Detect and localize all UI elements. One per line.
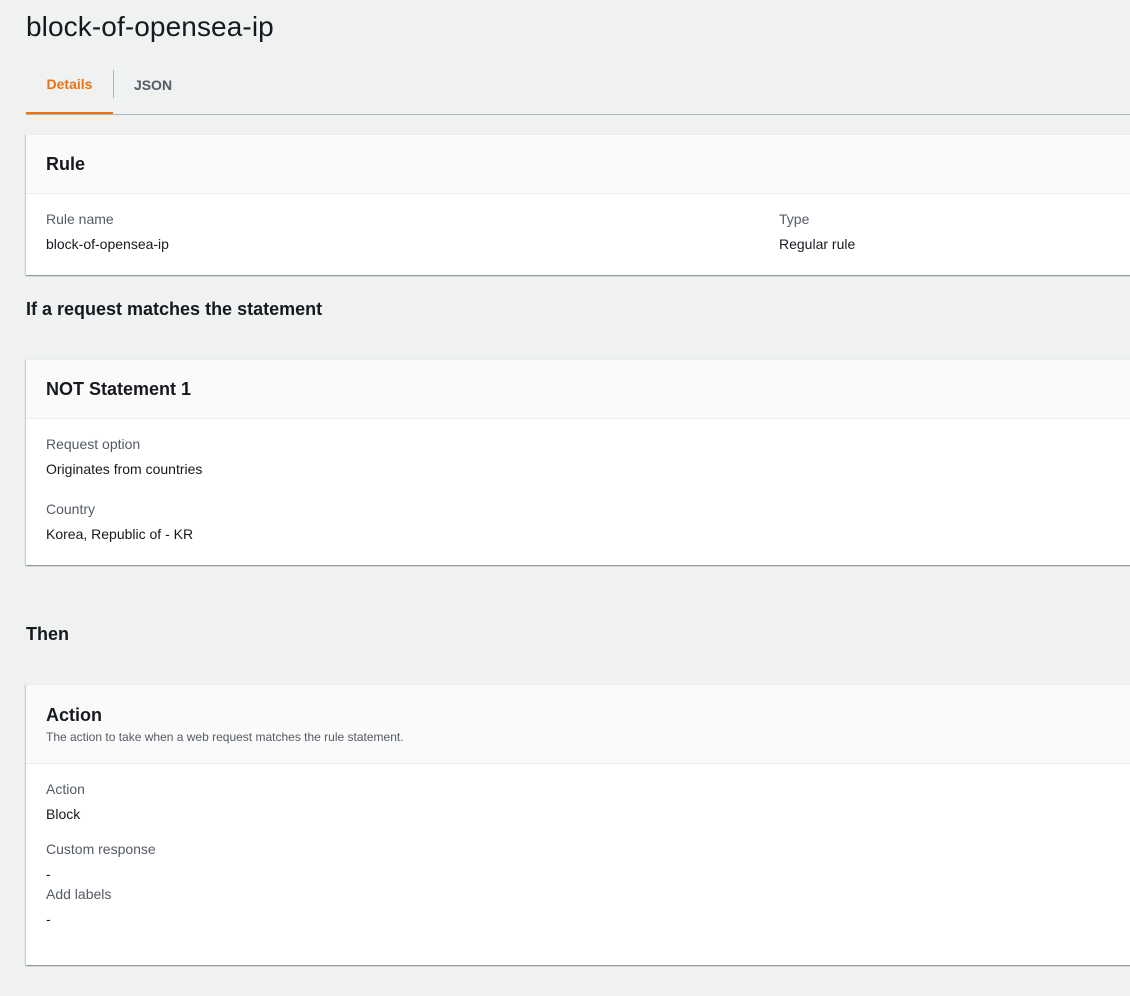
rule-name-value: block-of-opensea-ip <box>46 236 169 252</box>
statement-card-title: NOT Statement 1 <box>46 378 192 399</box>
rule-card: Rule Rule name block-of-opensea-ip Type … <box>26 134 1130 275</box>
statement-heading: If a request matches the statement <box>26 299 323 319</box>
page-title: block-of-opensea-ip <box>26 11 274 42</box>
tab-bar: Details JSON <box>26 56 1130 115</box>
then-heading: Then <box>26 624 69 644</box>
custom-response-value: - <box>46 866 51 882</box>
action-value: Block <box>46 806 81 822</box>
custom-response-label: Custom response <box>46 841 156 857</box>
action-card: Action The action to take when a web req… <box>26 684 1130 965</box>
statement-card: NOT Statement 1 Request option Originate… <box>26 359 1130 565</box>
country-value: Korea, Republic of - KR <box>46 526 194 542</box>
statement-card-header: NOT Statement 1 <box>26 360 1130 419</box>
request-option-value: Originates from countries <box>46 461 203 477</box>
rule-type-label: Type <box>779 211 810 227</box>
tab-json[interactable]: JSON <box>114 56 192 113</box>
action-card-description: The action to take when a web request ma… <box>46 730 404 744</box>
tab-details[interactable]: Details <box>26 56 113 114</box>
rule-card-title: Rule <box>46 153 86 174</box>
add-labels-label: Add labels <box>46 886 112 902</box>
rule-card-header: Rule <box>26 135 1130 194</box>
rule-name-label: Rule name <box>46 211 114 227</box>
action-card-header: Action The action to take when a web req… <box>26 685 1130 764</box>
country-label: Country <box>46 501 96 517</box>
action-card-title: Action <box>46 705 102 725</box>
add-labels-value: - <box>46 911 51 927</box>
rule-type-value: Regular rule <box>779 236 856 252</box>
request-option-label: Request option <box>46 436 141 452</box>
action-label: Action <box>46 781 85 797</box>
